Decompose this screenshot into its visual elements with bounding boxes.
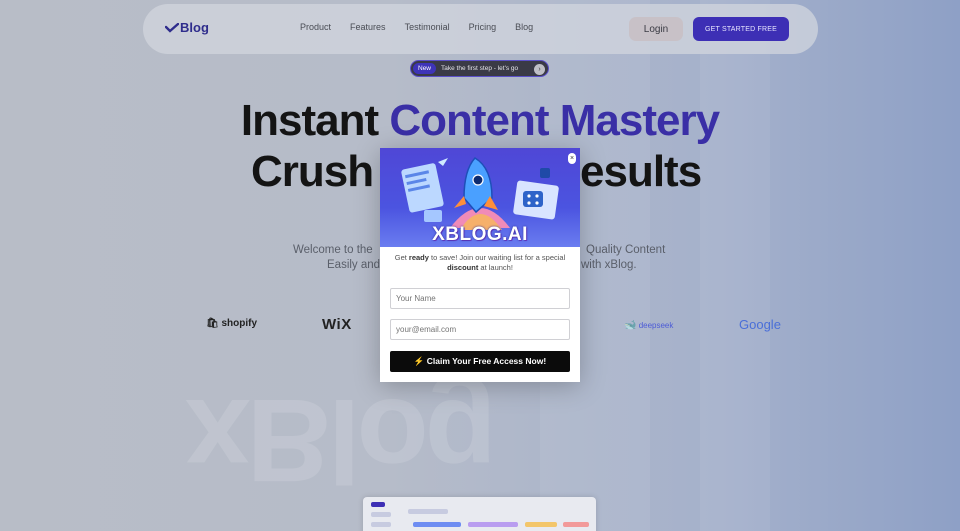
google-logo: Google bbox=[739, 317, 781, 332]
hero-heading-left: Crush bbox=[251, 147, 374, 196]
nav-links: Product Features Testimonial Pricing Blo… bbox=[300, 22, 552, 32]
watermark-text: xBlog bbox=[185, 374, 493, 506]
modal-text-bold: ready bbox=[408, 253, 429, 262]
background-stripe bbox=[700, 0, 770, 531]
hero-heading-line1: Instant Content Mastery bbox=[0, 96, 960, 146]
login-button[interactable]: Login bbox=[629, 17, 683, 41]
preview-card bbox=[563, 522, 589, 527]
modal-text-part: at launch! bbox=[478, 263, 513, 272]
hero-subtitle-left-2: Easily and bbox=[327, 259, 381, 271]
hero-heading-right: esults bbox=[580, 147, 702, 196]
preview-card bbox=[468, 522, 518, 527]
check-logo-icon bbox=[165, 22, 179, 33]
deepseek-logo: 🐋 deepseek bbox=[624, 320, 673, 331]
wix-logo: WiX bbox=[322, 316, 352, 333]
nav-link-product[interactable]: Product bbox=[300, 22, 331, 32]
preview-bar bbox=[408, 509, 448, 514]
claim-access-button[interactable]: ⚡ Claim Your Free Access Now! bbox=[390, 351, 570, 372]
modal-description: Get ready to save! Join our waiting list… bbox=[390, 253, 570, 273]
dashboard-preview-image bbox=[363, 497, 596, 531]
shopify-logo-text: shopify bbox=[221, 318, 258, 329]
modal-text-part: Get bbox=[394, 253, 409, 262]
announcement-pill[interactable]: New Take the first step - let's go › bbox=[410, 60, 549, 77]
get-started-button[interactable]: GET STARTED FREE bbox=[693, 17, 789, 41]
nav-link-testimonial[interactable]: Testimonial bbox=[405, 22, 450, 32]
hero-subtitle-right-1: Quality Content bbox=[586, 244, 666, 256]
preview-card bbox=[525, 522, 557, 527]
brand-logo-text: Blog bbox=[180, 20, 209, 35]
hero-subtitle-right-2: with xBlog. bbox=[581, 259, 637, 271]
modal-text-bold: discount bbox=[447, 263, 479, 272]
name-input[interactable] bbox=[390, 288, 570, 309]
announcement-text: Take the first step - let's go bbox=[441, 65, 519, 72]
preview-card bbox=[413, 522, 461, 527]
preview-bar bbox=[371, 522, 391, 527]
banner-title: XBLOG.AI bbox=[432, 224, 528, 245]
modal-banner-image: XBLOG.AI × bbox=[380, 148, 580, 247]
hero-subtitle-left-1: Welcome to the bbox=[293, 244, 373, 256]
nav-link-features[interactable]: Features bbox=[350, 22, 386, 32]
whale-icon: 🐋 bbox=[624, 320, 637, 331]
close-icon[interactable]: × bbox=[568, 153, 576, 164]
email-input[interactable] bbox=[390, 319, 570, 340]
google-logo-text: Google bbox=[739, 317, 781, 332]
new-badge: New bbox=[413, 63, 437, 74]
shopify-bag-icon: 🛍 bbox=[206, 318, 219, 329]
nav-link-blog[interactable]: Blog bbox=[515, 22, 533, 32]
hero-heading-accent: Content Mastery bbox=[389, 96, 720, 145]
preview-logo bbox=[371, 502, 385, 507]
hero-heading-plain: Instant bbox=[240, 96, 390, 145]
top-navbar: Blog Product Features Testimonial Pricin… bbox=[143, 4, 818, 54]
brand-logo[interactable]: Blog bbox=[165, 20, 209, 35]
arrow-right-icon: › bbox=[534, 64, 545, 75]
nav-link-pricing[interactable]: Pricing bbox=[469, 22, 497, 32]
deepseek-logo-text: deepseek bbox=[638, 321, 674, 330]
shopify-logo: 🛍 shopify bbox=[206, 318, 257, 329]
modal-text-part: to save! Join our waiting list for a spe… bbox=[428, 253, 566, 262]
preview-bar bbox=[371, 512, 391, 517]
waitlist-modal: XBLOG.AI × Get ready to save! Join our w… bbox=[380, 148, 580, 382]
